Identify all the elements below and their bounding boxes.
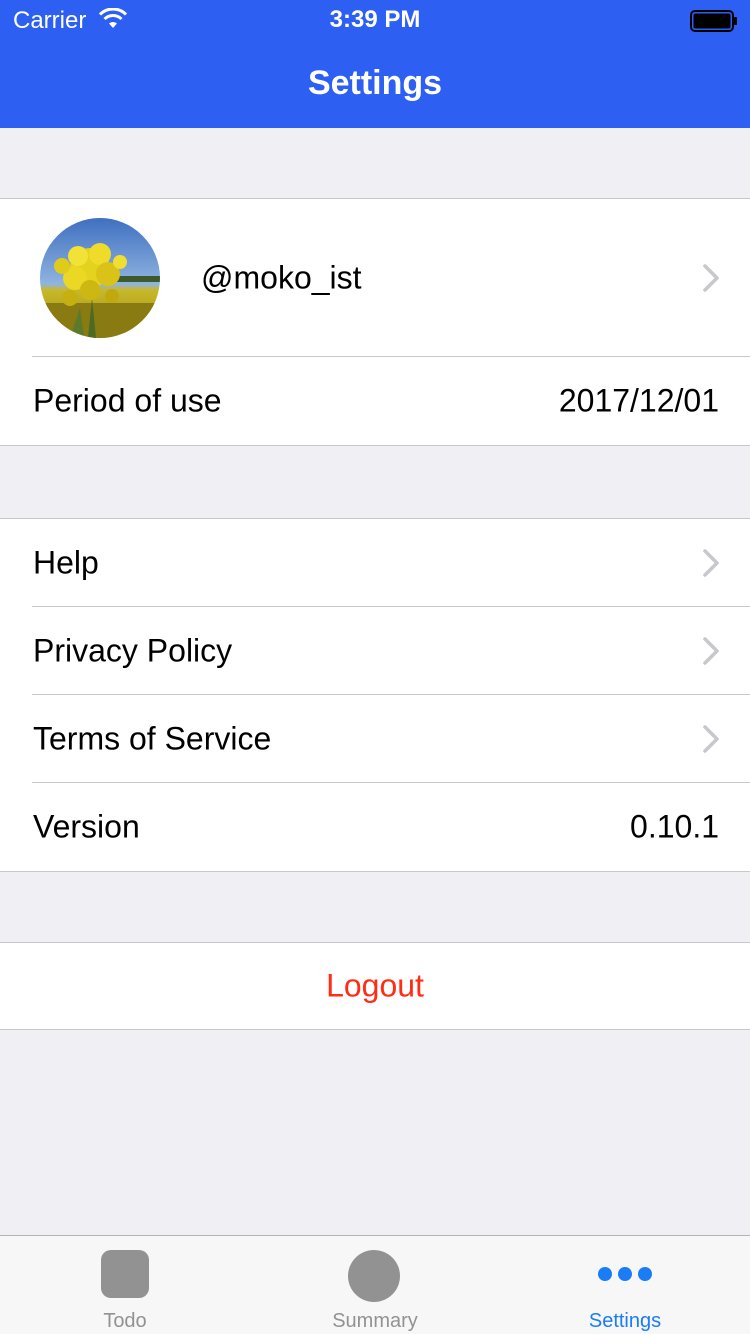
status-time: 3:39 PM <box>329 6 421 33</box>
info-section: Help Privacy Policy Terms of Service Ver… <box>0 518 750 872</box>
tab-label: Summary <box>332 1310 418 1332</box>
help-row[interactable]: Help <box>0 519 750 607</box>
avatar <box>40 218 160 338</box>
version-row: Version 0.10.1 <box>0 783 750 871</box>
settings-screen: Carrier 3:39 PM Settings @moko_ist Perio… <box>0 0 750 1334</box>
username-label: @moko_ist <box>201 259 362 296</box>
tab-label: Settings <box>588 1310 662 1332</box>
square-icon <box>101 1250 149 1298</box>
circle-icon <box>348 1250 400 1302</box>
tab-summary[interactable]: Summary <box>250 1236 500 1334</box>
privacy-policy-label: Privacy Policy <box>33 632 233 669</box>
profile-section: @moko_ist Period of use 2017/12/01 <box>0 198 750 446</box>
profile-row[interactable]: @moko_ist <box>0 199 750 357</box>
version-value: 0.10.1 <box>630 808 719 845</box>
logout-section: Logout <box>0 942 750 1030</box>
chevron-right-icon <box>703 725 719 753</box>
logout-button[interactable]: Logout <box>0 943 750 1029</box>
more-dots-icon <box>598 1267 652 1281</box>
tab-label: Todo <box>103 1310 147 1332</box>
chevron-right-icon <box>703 549 719 577</box>
help-label: Help <box>33 544 99 581</box>
navigation-bar: Carrier 3:39 PM Settings <box>0 0 750 128</box>
avatar-image <box>40 218 160 338</box>
battery-icon <box>690 10 737 32</box>
version-label: Version <box>33 808 140 845</box>
tab-todo[interactable]: Todo <box>0 1236 250 1334</box>
tab-bar: Todo Summary Settings <box>0 1235 750 1334</box>
logout-label: Logout <box>326 967 424 1004</box>
chevron-right-icon <box>703 637 719 665</box>
privacy-policy-row[interactable]: Privacy Policy <box>0 607 750 695</box>
period-of-use-value: 2017/12/01 <box>558 382 719 419</box>
chevron-right-icon <box>703 264 719 292</box>
status-bar: Carrier 3:39 PM <box>0 0 750 40</box>
terms-of-service-row[interactable]: Terms of Service <box>0 695 750 783</box>
tab-settings[interactable]: Settings <box>500 1236 750 1334</box>
terms-of-service-label: Terms of Service <box>33 720 272 757</box>
page-title: Settings <box>307 64 443 102</box>
period-of-use-row: Period of use 2017/12/01 <box>0 357 750 445</box>
period-of-use-label: Period of use <box>33 382 222 419</box>
